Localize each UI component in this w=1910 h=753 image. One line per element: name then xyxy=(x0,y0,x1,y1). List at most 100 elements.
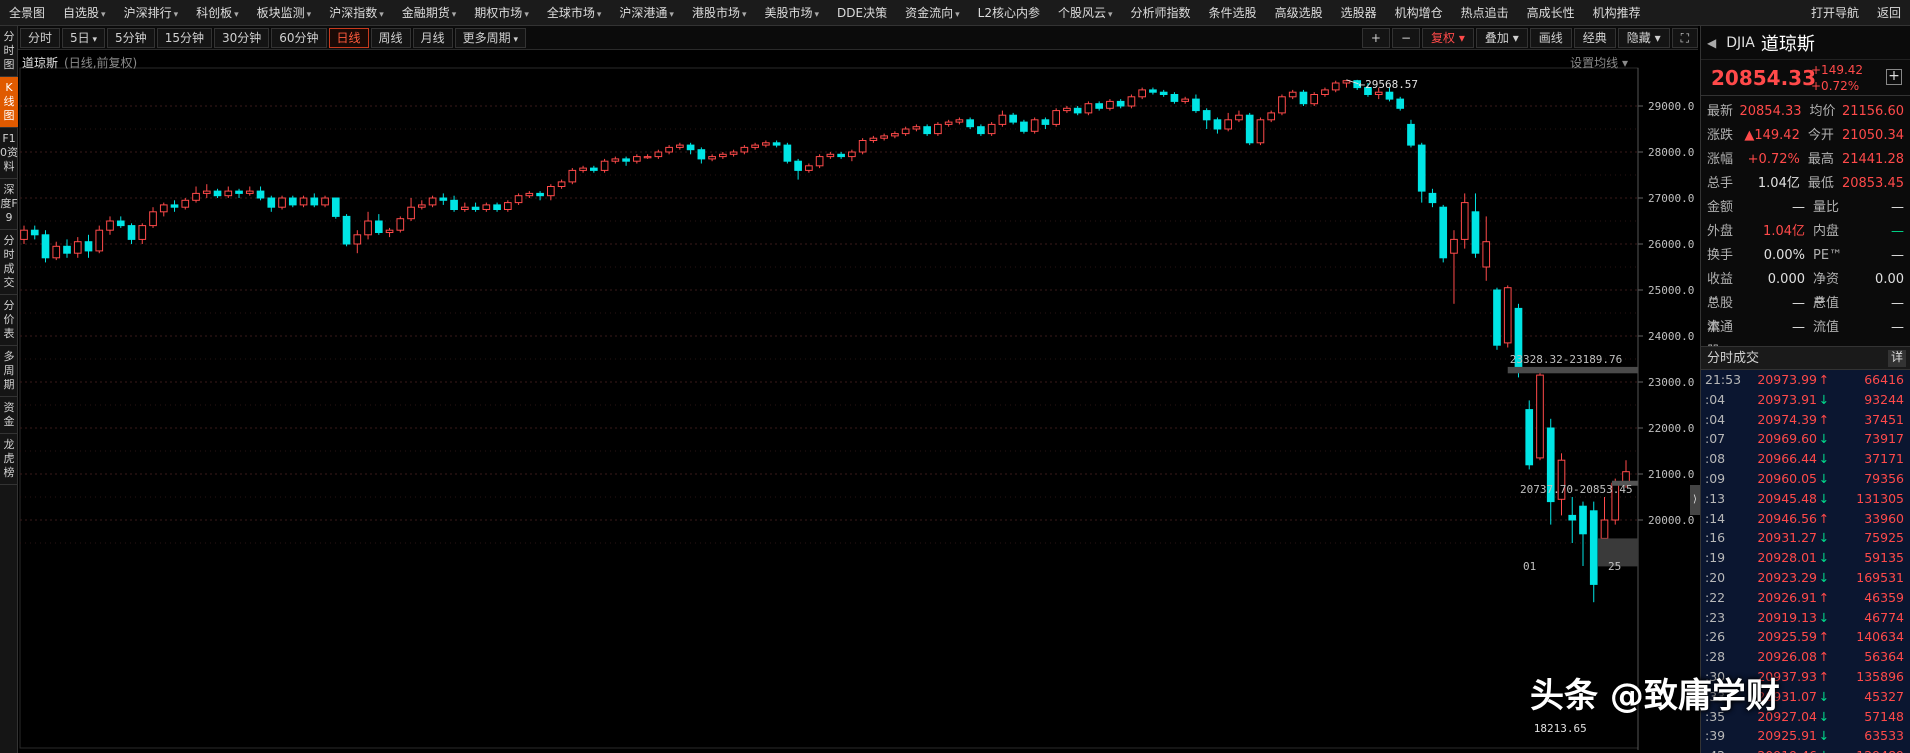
left-tab[interactable]: F10资料 xyxy=(0,128,18,179)
menu-item[interactable]: 选股器 xyxy=(1332,0,1386,26)
candle-body[interactable] xyxy=(1235,114,1243,121)
candle-body[interactable] xyxy=(1245,114,1254,144)
candle-body[interactable] xyxy=(1030,119,1039,132)
period-button[interactable]: 5日 ▾ xyxy=(62,27,106,48)
candle-body[interactable] xyxy=(127,225,136,240)
candle-body[interactable] xyxy=(815,156,824,167)
candle-body[interactable] xyxy=(1170,94,1179,102)
candle-body[interactable] xyxy=(708,156,716,160)
candle-body[interactable] xyxy=(525,192,534,197)
candle-body[interactable] xyxy=(482,204,491,210)
menu-item[interactable]: 全球市场 ▾ xyxy=(538,0,611,26)
left-tab[interactable]: 多周期 xyxy=(0,346,18,397)
candle-body[interactable] xyxy=(557,181,566,187)
candle-body[interactable] xyxy=(1106,100,1114,109)
chart-tool-button[interactable]: 叠加 ▾ xyxy=(1475,28,1528,48)
candle-body[interactable] xyxy=(1460,202,1469,240)
menu-item[interactable]: L2核心内参 xyxy=(969,0,1049,26)
candle-body[interactable] xyxy=(751,144,759,148)
period-button[interactable]: 月线 xyxy=(412,27,453,48)
candle-body[interactable] xyxy=(1202,110,1211,121)
period-button[interactable]: 分时 xyxy=(20,27,61,48)
candle-body[interactable] xyxy=(149,211,157,227)
candle-body[interactable] xyxy=(299,197,308,206)
candle-body[interactable] xyxy=(267,197,276,208)
candle-body[interactable] xyxy=(1073,107,1082,114)
candle-body[interactable] xyxy=(138,225,147,240)
candle-body[interactable] xyxy=(1525,409,1534,466)
menu-item[interactable]: 高级选股 xyxy=(1266,0,1332,26)
candle-body[interactable] xyxy=(858,140,867,153)
chart-tool-button[interactable]: 画线 xyxy=(1529,28,1572,48)
candle-body[interactable] xyxy=(783,144,792,162)
candle-body[interactable] xyxy=(772,142,781,146)
candle-body[interactable] xyxy=(665,146,673,153)
period-button[interactable]: 15分钟 xyxy=(156,27,212,48)
candle-body[interactable] xyxy=(1579,505,1587,535)
candle-body[interactable] xyxy=(1267,112,1276,121)
candle-body[interactable] xyxy=(1331,82,1340,91)
candle-body[interactable] xyxy=(1407,123,1415,146)
left-tab[interactable]: K线图 xyxy=(0,77,18,128)
candle-body[interactable] xyxy=(407,206,415,220)
candle-body[interactable] xyxy=(977,126,985,135)
candle-body[interactable] xyxy=(288,197,297,206)
back-button[interactable]: 返回 xyxy=(1868,0,1910,26)
candle-body[interactable] xyxy=(676,144,684,148)
candle-body[interactable] xyxy=(891,133,899,137)
menu-item[interactable]: 资金流向 ▾ xyxy=(896,0,969,26)
candle-body[interactable] xyxy=(729,151,738,155)
detail-button[interactable]: 详 xyxy=(1888,350,1906,367)
candle-body[interactable] xyxy=(805,165,813,171)
candle-body[interactable] xyxy=(1439,206,1448,259)
candle-body[interactable] xyxy=(1063,107,1071,112)
menu-item[interactable]: 自选股 ▾ xyxy=(54,0,115,26)
candle-body[interactable] xyxy=(514,195,523,204)
candle-body[interactable] xyxy=(1385,91,1394,100)
candle-body[interactable] xyxy=(923,126,931,135)
chart-tool-button[interactable]: 隐藏 ▾ xyxy=(1617,28,1670,48)
menu-item[interactable]: 美股市场 ▾ xyxy=(755,0,828,26)
candle-body[interactable] xyxy=(579,167,587,171)
candle-body[interactable] xyxy=(224,190,233,197)
candle-body[interactable] xyxy=(106,220,114,231)
candle-body[interactable] xyxy=(1503,287,1512,344)
candle-body[interactable] xyxy=(826,153,835,158)
candle-body[interactable] xyxy=(590,167,598,171)
candle-body[interactable] xyxy=(428,197,437,206)
candle-body[interactable] xyxy=(1471,211,1480,254)
candle-body[interactable] xyxy=(934,123,942,135)
candle-body[interactable] xyxy=(869,137,878,141)
chart-tool-button[interactable]: ⛶ xyxy=(1671,28,1698,48)
candle-body[interactable] xyxy=(503,202,512,211)
menu-item[interactable]: 期权市场 ▾ xyxy=(465,0,538,26)
menu-item[interactable]: 沪深港通 ▾ xyxy=(610,0,683,26)
candle-body[interactable] xyxy=(364,220,372,236)
chart-tool-button[interactable]: − xyxy=(1391,28,1421,48)
period-button[interactable]: 周线 xyxy=(370,27,411,48)
candle-body[interactable] xyxy=(1299,91,1308,105)
candle-body[interactable] xyxy=(762,142,770,146)
menu-item[interactable]: 全景图 xyxy=(0,0,54,26)
left-tab[interactable]: 分价表 xyxy=(0,295,18,346)
candle-body[interactable] xyxy=(1149,89,1157,93)
candle-body[interactable] xyxy=(84,241,93,252)
prev-arrow-icon[interactable]: ◀ xyxy=(1707,36,1716,50)
candle-body[interactable] xyxy=(1192,98,1200,112)
left-tab[interactable]: 分时成交 xyxy=(0,230,18,295)
candle-body[interactable] xyxy=(901,128,910,135)
candle-body[interactable] xyxy=(192,192,200,201)
candle-body[interactable] xyxy=(331,197,340,217)
candle-body[interactable] xyxy=(202,190,211,194)
menu-item[interactable]: 科创板 ▾ xyxy=(187,0,248,26)
candlestick-chart-svg[interactable]: 29000.0 28000.0 27000.0 26000.0 25000.0 24000… xyxy=(18,50,1698,753)
candle-body[interactable] xyxy=(460,206,469,210)
candle-body[interactable] xyxy=(1482,241,1491,268)
candle-body[interactable] xyxy=(1568,514,1577,521)
candle-body[interactable] xyxy=(600,160,609,171)
menu-item[interactable]: DDE决策 xyxy=(828,0,896,26)
candle-body[interactable] xyxy=(471,206,480,210)
candle-body[interactable] xyxy=(245,190,254,194)
menu-item[interactable]: 个股风云 ▾ xyxy=(1049,0,1122,26)
candle-body[interactable] xyxy=(116,220,125,227)
